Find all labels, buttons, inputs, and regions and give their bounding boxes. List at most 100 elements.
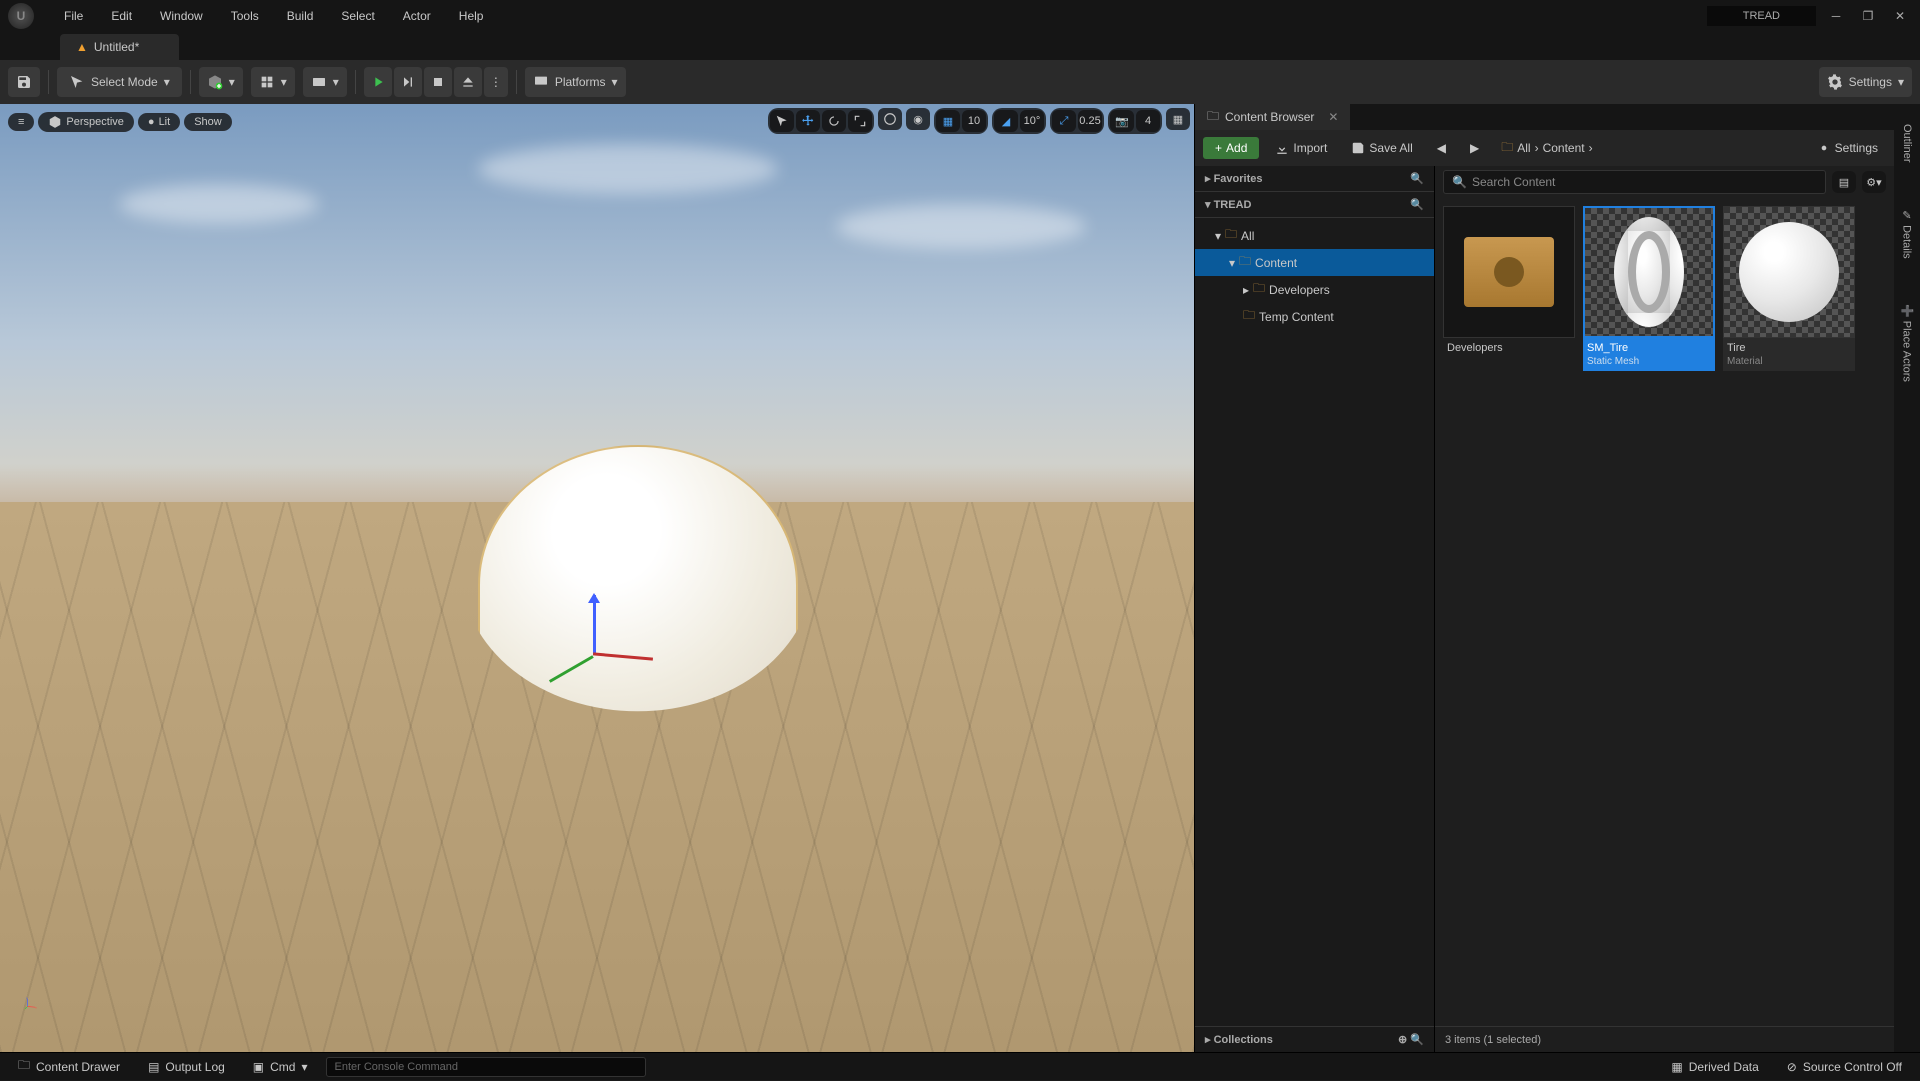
grid-snap-value[interactable]: 10	[962, 110, 986, 132]
stop-button[interactable]	[424, 67, 452, 97]
content-browser-body: ▸ Favorites 🔍 ▾ TREAD 🔍 ▾ 🗀 All ▾ 🗀 Cont…	[1195, 166, 1894, 1052]
breadcrumb-content[interactable]: Content	[1543, 141, 1585, 155]
menu-file[interactable]: File	[50, 5, 97, 27]
coord-space-button[interactable]	[878, 108, 902, 130]
scale-snap-button[interactable]: ⤢	[1052, 110, 1076, 132]
derived-data-button[interactable]: ▦ Derived Data	[1661, 1056, 1768, 1078]
move-tool-button[interactable]	[796, 110, 820, 132]
menu-window[interactable]: Window	[146, 5, 217, 27]
viewport-layout-button[interactable]: ▦	[1166, 108, 1190, 130]
asset-tile-mesh[interactable]: SM_Tire Static Mesh	[1583, 206, 1715, 371]
search-input[interactable]: 🔍 Search Content	[1443, 170, 1826, 194]
search-icon[interactable]: 🔍	[1410, 198, 1424, 211]
add-collection-button[interactable]: ⊕	[1398, 1034, 1407, 1046]
close-button[interactable]: ✕	[1888, 4, 1912, 28]
import-button[interactable]: Import	[1267, 137, 1335, 159]
scale-snap-value[interactable]: 0.25	[1078, 110, 1102, 132]
camera-speed-button[interactable]: 📷	[1110, 110, 1134, 132]
add-button[interactable]: + Add	[1203, 137, 1259, 159]
chevron-down-icon: ▾	[164, 75, 170, 89]
save-button[interactable]	[8, 67, 40, 97]
breadcrumb-all[interactable]: All	[1517, 141, 1530, 155]
separator	[355, 70, 356, 94]
cinematics-button[interactable]: ▾	[303, 67, 347, 97]
add-label: Add	[1226, 141, 1247, 155]
add-content-button[interactable]: ▾	[199, 67, 243, 97]
lit-icon: ●	[148, 116, 155, 128]
tree-item-temp[interactable]: 🗀 Temp Content	[1195, 303, 1434, 330]
play-options-button[interactable]: ⋮	[484, 67, 508, 97]
gizmo-x-axis[interactable]	[593, 653, 653, 661]
play-button[interactable]	[364, 67, 392, 97]
menu-tools[interactable]: Tools	[217, 5, 273, 27]
save-all-button[interactable]: Save All	[1343, 137, 1420, 159]
view-options-button[interactable]: ⚙▾	[1862, 171, 1886, 193]
asset-view: 🔍 Search Content ▤ ⚙▾ Devel	[1435, 166, 1894, 1052]
chevron-down-icon: ▾	[281, 75, 287, 89]
separator	[48, 70, 49, 94]
output-log-button[interactable]: ▤ Output Log	[138, 1056, 235, 1078]
viewport-menu-button[interactable]: ≡	[8, 113, 34, 131]
eject-button[interactable]	[454, 67, 482, 97]
tree-item-all[interactable]: ▾ 🗀 All	[1195, 222, 1434, 249]
asset-tile-folder[interactable]: Developers	[1443, 206, 1575, 371]
gizmo-z-axis[interactable]	[593, 595, 596, 655]
tree-item-developers[interactable]: ▸ 🗀 Developers	[1195, 276, 1434, 303]
close-tab-button[interactable]: ✕	[1328, 110, 1338, 124]
project-section[interactable]: ▾ TREAD 🔍	[1195, 192, 1434, 218]
cb-settings-button[interactable]: Settings	[1809, 137, 1886, 159]
marketplace-button[interactable]: ▾	[251, 67, 295, 97]
menu-build[interactable]: Build	[273, 5, 328, 27]
search-icon[interactable]: 🔍	[1410, 172, 1424, 185]
scale-tool-button[interactable]	[848, 110, 872, 132]
search-icon[interactable]: 🔍	[1410, 1034, 1424, 1046]
more-icon: ⋮	[490, 75, 502, 89]
separator	[190, 70, 191, 94]
place-actors-tab[interactable]: ➕ Place Actors	[1899, 296, 1916, 390]
cmd-dropdown[interactable]: ▣ Cmd ▾	[243, 1056, 318, 1078]
tree-item-content[interactable]: ▾ 🗀 Content	[1195, 249, 1434, 276]
content-drawer-button[interactable]: 🗀 Content Drawer	[8, 1052, 130, 1081]
nav-back-button[interactable]: ◀	[1429, 137, 1454, 159]
angle-snap-value[interactable]: 10°	[1020, 110, 1044, 132]
asset-thumbnail	[1723, 206, 1855, 338]
settings-button[interactable]: Settings ▾	[1819, 67, 1912, 97]
platforms-button[interactable]: Platforms ▾	[525, 67, 626, 97]
step-button[interactable]	[394, 67, 422, 97]
select-tool-button[interactable]	[770, 110, 794, 132]
drawer-icon: 🗀	[18, 1056, 30, 1077]
viewport-perspective-button[interactable]: Perspective	[38, 112, 133, 132]
outliner-tab[interactable]: Outliner	[1899, 116, 1915, 171]
source-control-button[interactable]: ⊘ Source Control Off	[1777, 1056, 1912, 1078]
grid-snap-button[interactable]: ▦	[936, 110, 960, 132]
console-input[interactable]: Enter Console Command	[326, 1057, 646, 1077]
favorites-section[interactable]: ▸ Favorites 🔍	[1195, 166, 1434, 192]
surface-snap-button[interactable]: ◉	[906, 108, 930, 130]
filter-button[interactable]: ▤	[1832, 171, 1856, 193]
angle-snap-button[interactable]: ◢	[994, 110, 1018, 132]
viewport-show-button[interactable]: Show	[184, 113, 232, 131]
select-mode-button[interactable]: Select Mode ▾	[57, 67, 182, 97]
maximize-button[interactable]: ❐	[1856, 4, 1880, 28]
menu-actor[interactable]: Actor	[389, 5, 445, 27]
main-toolbar: Select Mode ▾ ▾ ▾ ▾ ⋮ Platforms ▾ Settin…	[0, 60, 1920, 104]
nav-forward-button[interactable]: ▶	[1462, 137, 1487, 159]
project-label: TREAD	[1214, 199, 1252, 211]
transform-gizmo[interactable]	[573, 625, 653, 705]
menu-select[interactable]: Select	[327, 5, 388, 27]
document-tab[interactable]: ▲ Untitled*	[60, 34, 179, 60]
viewport-lit-button[interactable]: ● Lit	[138, 113, 180, 131]
collections-section[interactable]: ▸ Collections ⊕ 🔍	[1195, 1026, 1434, 1052]
menu-edit[interactable]: Edit	[97, 5, 146, 27]
camera-speed-value[interactable]: 4	[1136, 110, 1160, 132]
menu-help[interactable]: Help	[445, 5, 498, 27]
content-browser-tab[interactable]: 🗀 Content Browser ✕	[1195, 103, 1350, 132]
details-tab[interactable]: ✎ Details	[1899, 201, 1916, 267]
details-label: Details	[1901, 225, 1913, 259]
rotate-tool-button[interactable]	[822, 110, 846, 132]
minimize-button[interactable]: ─	[1824, 4, 1848, 28]
favorites-label: Favorites	[1214, 173, 1263, 185]
asset-tile-material[interactable]: Tire Material	[1723, 206, 1855, 371]
viewport-3d[interactable]: z x	[0, 104, 1194, 1052]
asset-thumbnail	[1443, 206, 1575, 338]
